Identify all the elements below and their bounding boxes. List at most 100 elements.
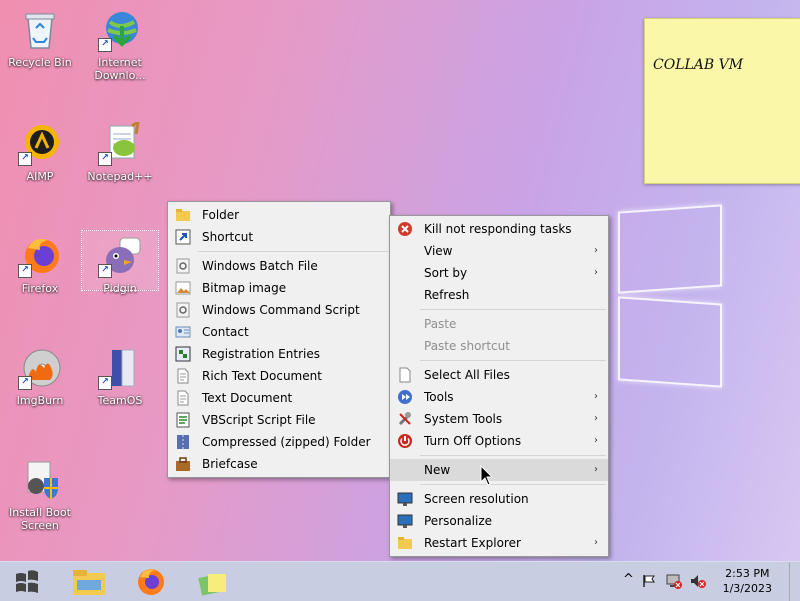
sticky-note[interactable]: COLLAB VM <box>644 18 800 184</box>
menu-separator <box>420 484 606 485</box>
menu-item-kill-not-responding-tasks[interactable]: Kill not responding tasks <box>390 218 608 240</box>
menu-item-sort-by[interactable]: Sort by › <box>390 262 608 284</box>
desktop-icon-label: Firefox <box>21 282 59 295</box>
firefox-icon: ↗ <box>18 234 62 278</box>
recycle-bin-icon <box>18 8 62 52</box>
chevron-right-icon: › <box>594 391 598 402</box>
menu-item-bitmap-image[interactable]: Bitmap image <box>168 277 390 299</box>
menu-item-compressed-zipped-folder[interactable]: Compressed (zipped) Folder <box>168 431 390 453</box>
menu-item-personalize[interactable]: Personalize <box>390 510 608 532</box>
clock-time: 2:53 PM <box>725 567 770 580</box>
menu-item-rich-text-document[interactable]: Rich Text Document <box>168 365 390 387</box>
mouse-cursor-icon <box>480 465 494 486</box>
menu-item-text-document[interactable]: Text Document <box>168 387 390 409</box>
tools-arrow-icon <box>397 389 413 405</box>
desktop-icon-aimp[interactable]: ↗ AIMP <box>2 122 78 183</box>
folder-icon <box>397 535 413 551</box>
firefox-icon <box>138 569 164 595</box>
menu-item-label: Rich Text Document <box>202 369 322 383</box>
menu-item-screen-resolution[interactable]: Screen resolution <box>390 488 608 510</box>
contact-icon <box>175 324 191 340</box>
menu-item-tools[interactable]: Tools › <box>390 386 608 408</box>
menu-item-label: Text Document <box>202 391 293 405</box>
desktop-icon-install-boot-screen[interactable]: Install Boot Screen <box>2 458 78 532</box>
taskbar: ^ 2:53 PM 1/3/2023 <box>0 561 800 601</box>
menu-item-briefcase[interactable]: Briefcase <box>168 453 390 475</box>
pidgin-icon: ↗ <box>98 234 142 278</box>
desktop-icon-internet-download-manager[interactable]: ↗ Internet Downlo... <box>82 8 158 82</box>
gear-file-icon <box>175 302 191 318</box>
menu-separator <box>420 360 606 361</box>
desktop-context-menu[interactable]: Kill not responding tasks View › Sort by › Re… <box>389 215 609 557</box>
zip-icon <box>175 434 191 450</box>
wrench-icon <box>397 411 413 427</box>
menu-item-view[interactable]: View › <box>390 240 608 262</box>
shortcut-icon <box>175 229 191 245</box>
start-button[interactable] <box>0 562 54 601</box>
system-tray: ^ <box>620 562 720 601</box>
action-center-flag-icon[interactable] <box>642 574 656 588</box>
taskbar-sticky-notes[interactable] <box>186 562 240 601</box>
volume-muted-icon[interactable] <box>690 573 706 589</box>
desktop-icon-firefox[interactable]: ↗ Firefox <box>2 234 78 295</box>
menu-item-folder[interactable]: Folder <box>168 204 390 226</box>
file-explorer-icon <box>73 570 105 595</box>
desktop-icon-label: Recycle Bin <box>8 56 72 69</box>
desktop-icon-notepad-plus-plus[interactable]: ↗ Notepad++ <box>82 118 158 183</box>
menu-item-label: Contact <box>202 325 249 339</box>
menu-item-label: Compressed (zipped) Folder <box>202 435 371 449</box>
registry-icon <box>175 346 191 362</box>
desktop-icon-imgburn[interactable]: ↗ ImgBurn <box>2 346 78 407</box>
show-hidden-icons-chevron[interactable]: ^ <box>623 572 634 587</box>
script-icon <box>175 412 191 428</box>
menu-item-label: Sort by <box>424 266 468 280</box>
clock-date: 1/3/2023 <box>722 582 772 595</box>
briefcase-icon <box>175 456 191 472</box>
menu-item-registration-entries[interactable]: Registration Entries <box>168 343 390 365</box>
folder-icon <box>175 207 191 223</box>
menu-separator <box>420 455 606 456</box>
menu-item-label: Restart Explorer <box>424 536 521 550</box>
installer-shield-icon <box>18 458 62 502</box>
menu-item-shortcut[interactable]: Shortcut <box>168 226 390 248</box>
new-submenu[interactable]: Folder Shortcut Windows Batch File Bitmap i… <box>167 201 391 478</box>
menu-item-windows-command-script[interactable]: Windows Command Script <box>168 299 390 321</box>
menu-item-system-tools[interactable]: System Tools › <box>390 408 608 430</box>
menu-item-label: Folder <box>202 208 240 222</box>
menu-item-label: Kill not responding tasks <box>424 222 572 236</box>
menu-item-turn-off-options[interactable]: Turn Off Options › <box>390 430 608 452</box>
show-desktop-button[interactable] <box>789 562 800 601</box>
taskbar-clock[interactable]: 2:53 PM 1/3/2023 <box>723 566 772 596</box>
desktop-icon-pidgin[interactable]: ↗ Pidgin <box>81 230 159 295</box>
windows-start-icon <box>16 570 38 593</box>
menu-item-windows-batch-file[interactable]: Windows Batch File <box>168 255 390 277</box>
menu-item-label: Shortcut <box>202 230 254 244</box>
imgburn-icon: ↗ <box>18 346 62 390</box>
menu-item-select-all-files[interactable]: Select All Files <box>390 364 608 386</box>
taskbar-firefox[interactable] <box>124 562 178 601</box>
menu-item-paste-shortcut: Paste shortcut <box>390 335 608 357</box>
menu-item-vbscript-script-file[interactable]: VBScript Script File <box>168 409 390 431</box>
menu-separator <box>198 251 388 252</box>
desktop-icon-teamos[interactable]: ↗ TeamOS <box>82 346 158 407</box>
chevron-right-icon: › <box>594 435 598 446</box>
desktop-icon-label: Install Boot Screen <box>9 506 71 532</box>
desktop-icon-recycle-bin[interactable]: Recycle Bin <box>2 8 78 69</box>
menu-item-label: System Tools <box>424 412 503 426</box>
menu-item-label: Bitmap image <box>202 281 287 295</box>
image-icon <box>175 280 191 296</box>
menu-item-label: View <box>424 244 453 258</box>
menu-item-new[interactable]: New › <box>390 459 608 481</box>
network-disconnected-icon[interactable] <box>666 573 682 589</box>
document-icon <box>175 368 191 384</box>
stop-red-icon <box>397 221 413 237</box>
file-icon <box>397 367 413 383</box>
menu-item-label: New <box>424 463 451 477</box>
taskbar-file-explorer[interactable] <box>62 562 116 601</box>
menu-item-refresh[interactable]: Refresh <box>390 284 608 306</box>
desktop-icon-label: Notepad++ <box>87 170 153 183</box>
desktop[interactable]: COLLAB VM Recycle Bin ↗ Internet Downlo.… <box>0 0 800 561</box>
menu-item-contact[interactable]: Contact <box>168 321 390 343</box>
menu-item-label: Windows Command Script <box>202 303 360 317</box>
menu-item-restart-explorer[interactable]: Restart Explorer › <box>390 532 608 554</box>
